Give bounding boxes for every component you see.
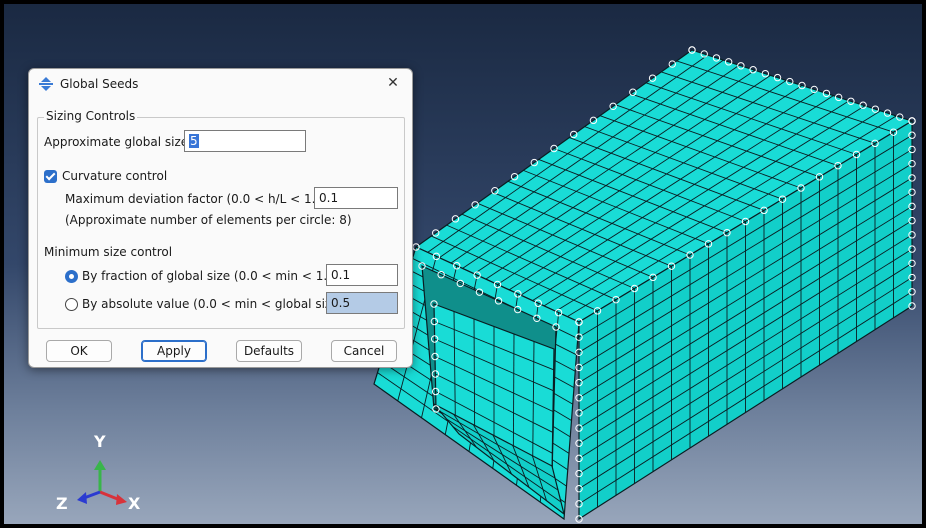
cancel-button[interactable]: Cancel [331, 340, 397, 362]
close-icon[interactable]: ✕ [382, 73, 404, 93]
apply-button[interactable]: Apply [141, 340, 207, 362]
approx-global-size-input[interactable]: 5 [184, 130, 306, 152]
curvature-control-checkbox[interactable] [44, 170, 57, 183]
axis-z-label: Z [56, 494, 68, 513]
by-fraction-radio[interactable] [65, 270, 78, 283]
max-deviation-label: Maximum deviation factor (0.0 < h/L < 1.… [65, 192, 332, 206]
by-absolute-value: 0.5 [331, 296, 351, 310]
by-fraction-input[interactable]: 0.1 [326, 264, 398, 286]
dialog-title: Global Seeds [60, 77, 139, 91]
by-absolute-radio[interactable] [65, 298, 78, 311]
abaqus-window: Y X Z Global Seeds ✕ Sizing Controls App… [0, 0, 926, 528]
by-absolute-label: By absolute value (0.0 < min < global si… [82, 297, 344, 311]
global-seeds-dialog: Global Seeds ✕ Sizing Controls Approxima… [28, 68, 413, 368]
by-fraction-label: By fraction of global size (0.0 < min < … [82, 269, 340, 283]
approx-global-size-label: Approximate global size: [44, 135, 193, 149]
max-deviation-value: 0.1 [319, 191, 339, 205]
axis-y-label: Y [94, 432, 106, 451]
approx-global-size-value: 5 [189, 134, 199, 148]
ok-button[interactable]: OK [46, 340, 112, 362]
max-deviation-input[interactable]: 0.1 [314, 187, 398, 209]
by-absolute-input[interactable]: 0.5 [326, 292, 398, 314]
axis-triad: Y X Z [54, 430, 154, 520]
by-fraction-value: 0.1 [331, 268, 351, 282]
axis-x-label: X [128, 494, 141, 513]
defaults-button[interactable]: Defaults [236, 340, 302, 362]
seed-tool-icon [39, 77, 53, 91]
dialog-titlebar[interactable]: Global Seeds ✕ [29, 69, 412, 97]
curvature-control-label: Curvature control [62, 169, 168, 183]
min-size-control-label: Minimum size control [44, 245, 173, 259]
sizing-controls-label: Sizing Controls [44, 109, 138, 123]
approx-elements-note: (Approximate number of elements per circ… [65, 213, 352, 227]
